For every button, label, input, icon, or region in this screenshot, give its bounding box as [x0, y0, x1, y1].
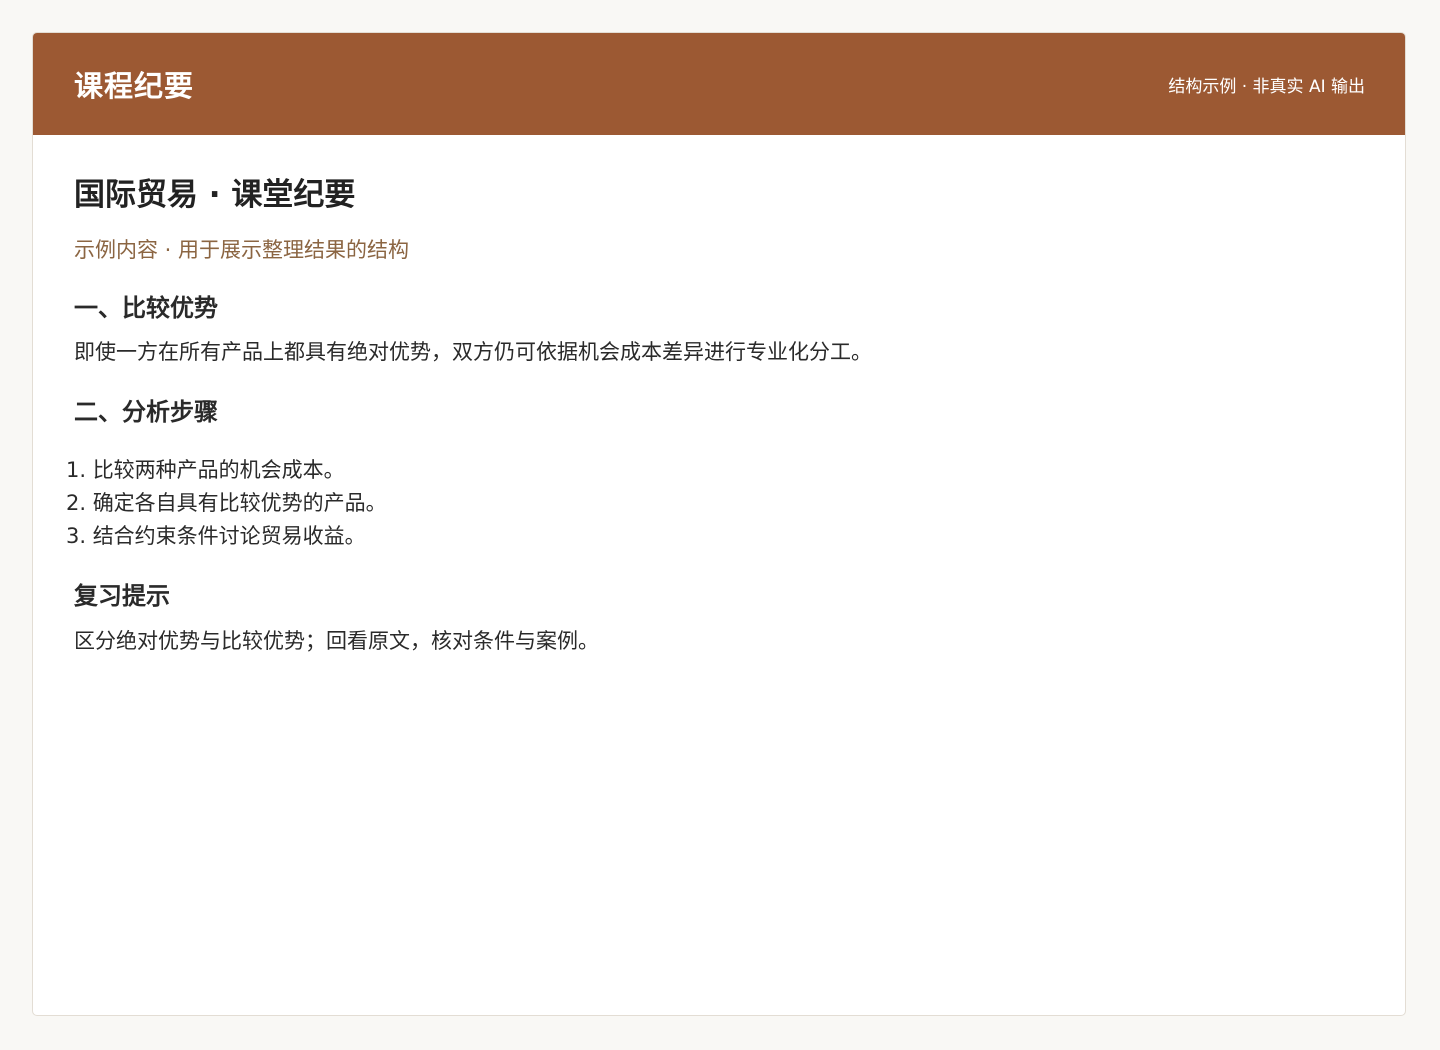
section-body-comparative-advantage: 即使一方在所有产品上都具有绝对优势，双方仍可依据机会成本差异进行专业化分工。	[74, 339, 872, 364]
list-item-text: 结合约束条件讨论贸易收益。	[92, 524, 366, 549]
list-item: 1. 比较两种产品的机会成本。	[66, 454, 1364, 487]
list-item: 2. 确定各自具有比较优势的产品。	[66, 487, 1364, 520]
header-bar: 课程纪要 结构示例 · 非真实 AI 输出	[33, 33, 1405, 135]
section-heading-review-tips: 复习提示	[74, 582, 170, 611]
header-title: 课程纪要	[74, 69, 195, 103]
document-title: 国际贸易 · 课堂纪要	[74, 177, 356, 213]
section-heading-comparative-advantage: 一、比较优势	[74, 293, 218, 322]
list-item: 3. 结合约束条件讨论贸易收益。	[66, 520, 1364, 553]
summary-content: 国际贸易 · 课堂纪要 示例内容 · 用于展示整理结果的结构 一、比较优势 即使…	[33, 135, 1405, 656]
list-item-text: 比较两种产品的机会成本。	[92, 458, 345, 483]
analysis-steps-list: 1. 比较两种产品的机会成本。 2. 确定各自具有比较优势的产品。 3. 结合约…	[66, 454, 1364, 553]
list-item-number: 2.	[66, 491, 87, 516]
header-disclaimer: 结构示例 · 非真实 AI 输出	[1168, 76, 1365, 97]
section-heading-analysis-steps: 二、分析步骤	[74, 398, 218, 427]
section-body-review-tips: 区分绝对优势与比较优势；回看原文，核对条件与案例。	[74, 628, 599, 653]
list-item-number: 1.	[66, 458, 87, 483]
list-item-text: 确定各自具有比较优势的产品。	[92, 491, 387, 516]
list-item-number: 3.	[66, 524, 87, 549]
summary-card: 课程纪要 结构示例 · 非真实 AI 输出 国际贸易 · 课堂纪要 示例内容 ·…	[32, 32, 1406, 1016]
document-subtitle: 示例内容 · 用于展示整理结果的结构	[74, 238, 410, 263]
